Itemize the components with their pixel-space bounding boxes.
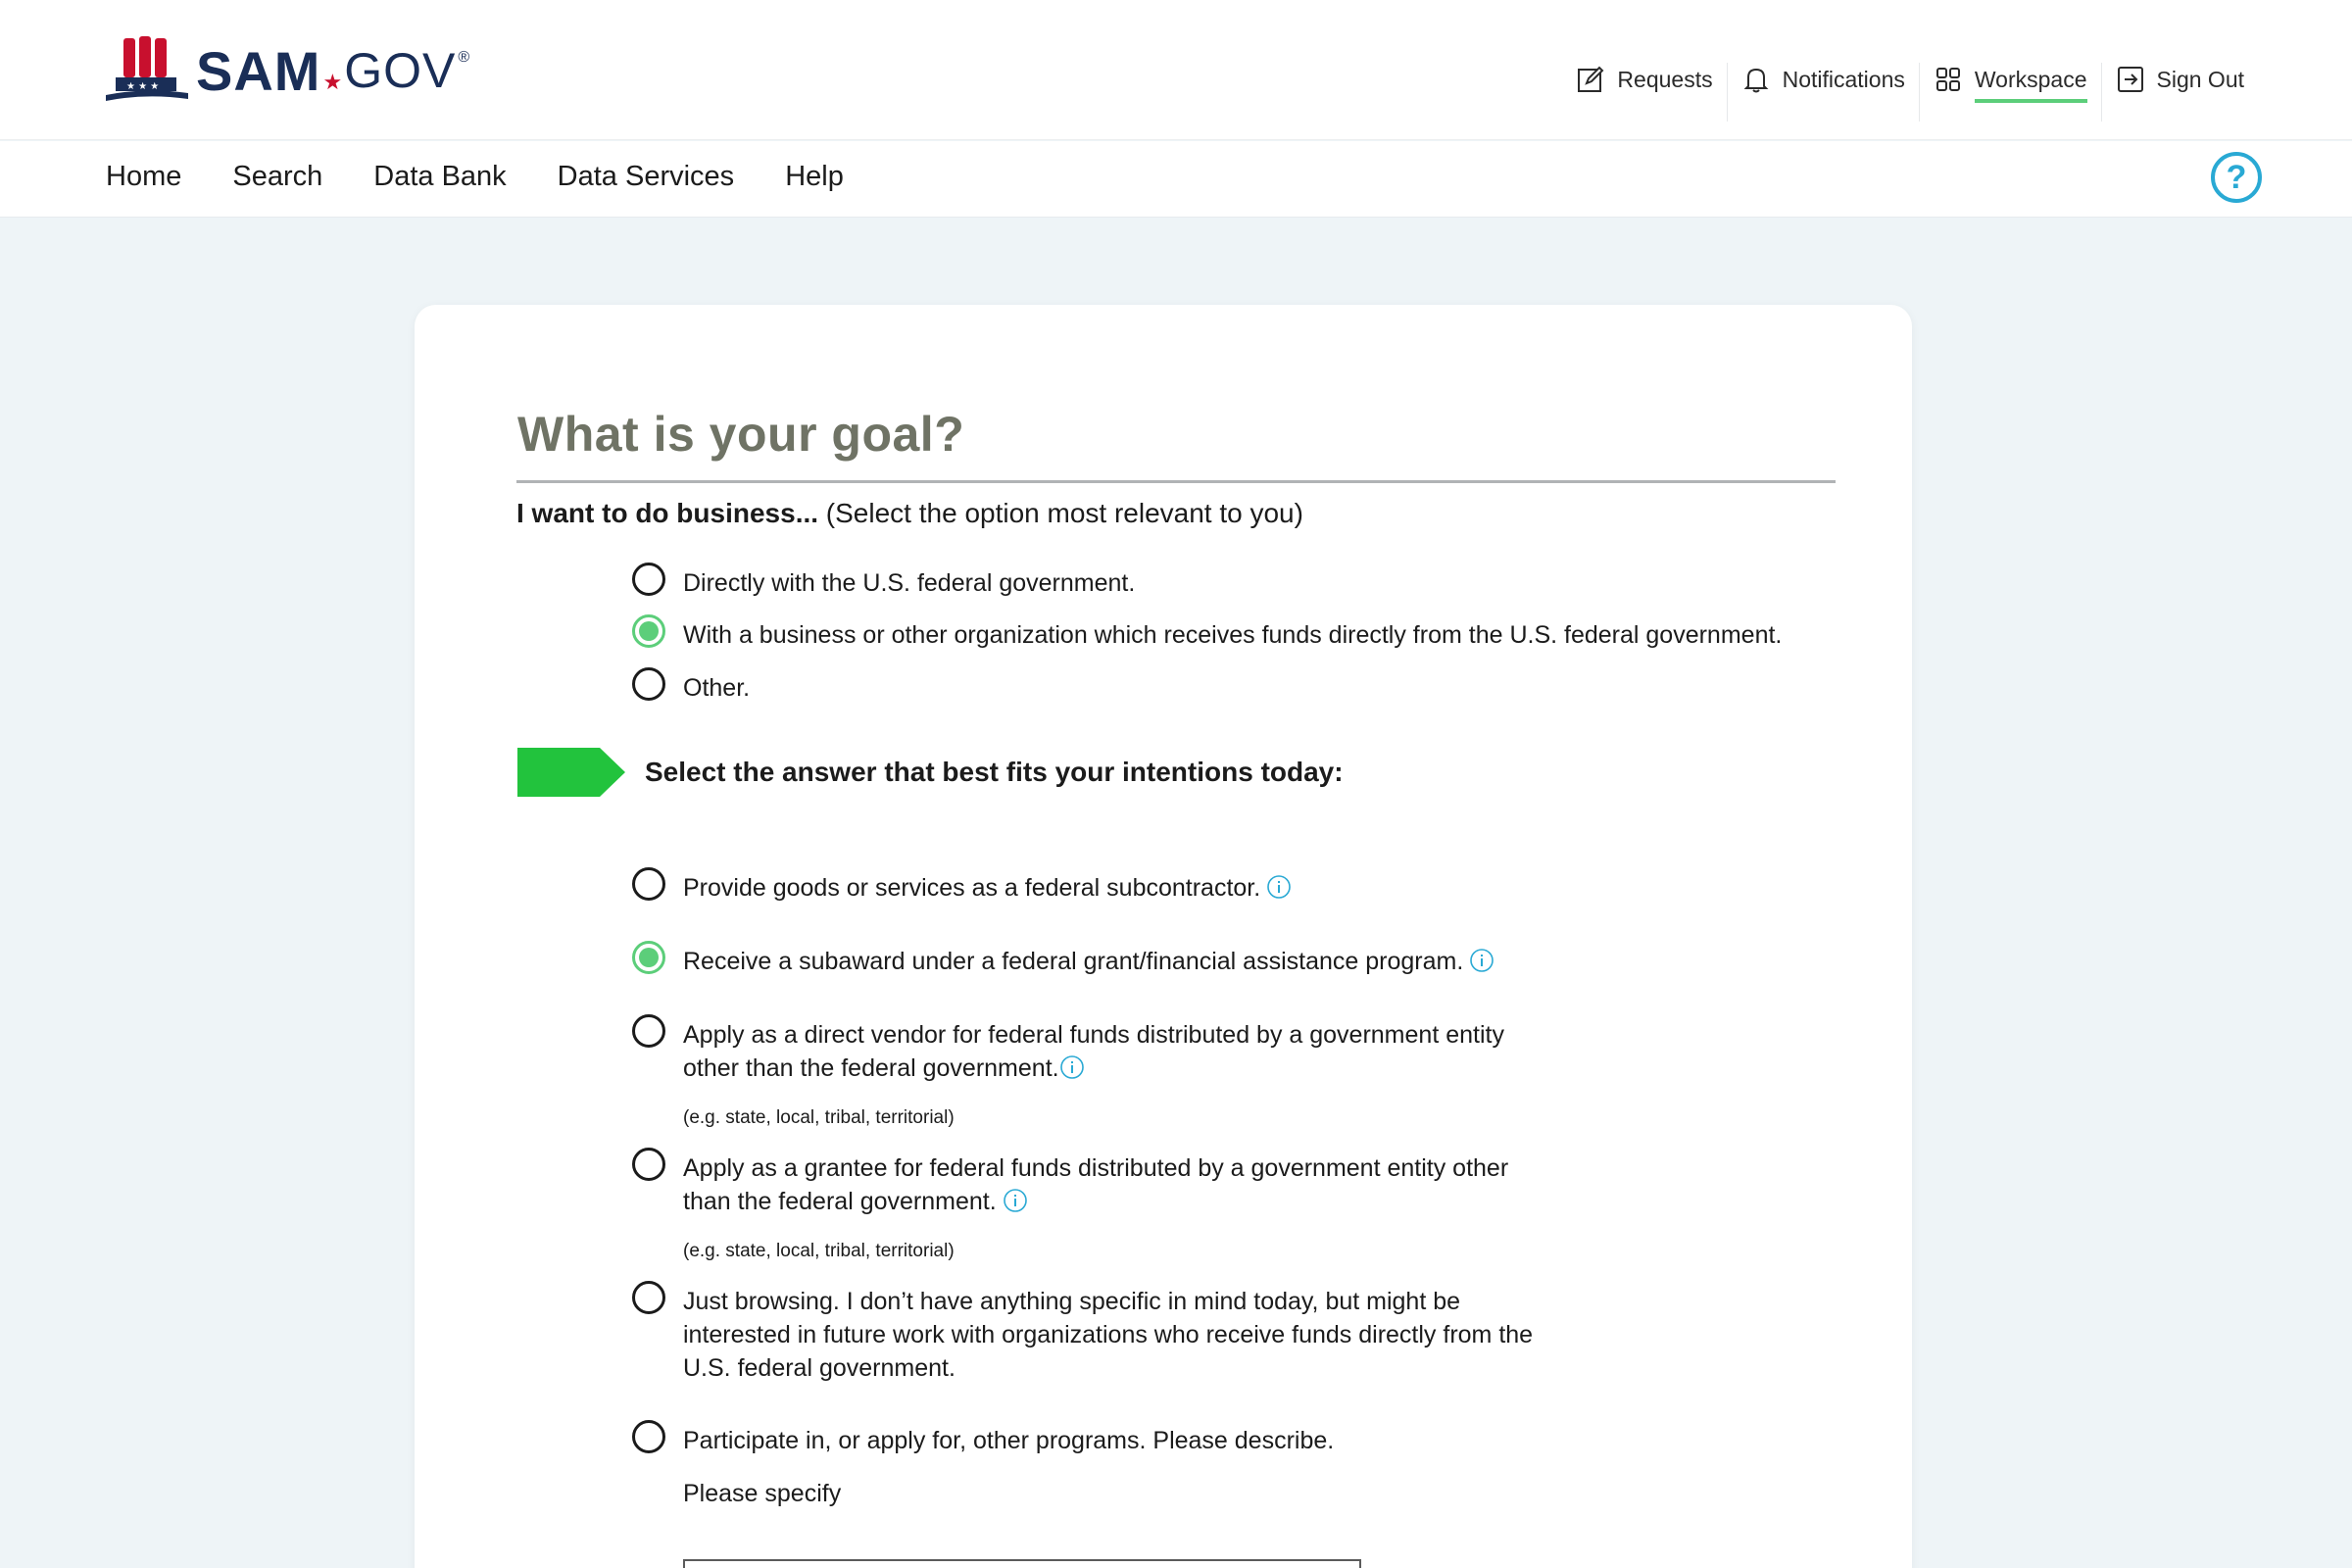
nav-home[interactable]: Home [106,161,181,193]
radio-button[interactable] [632,867,665,901]
radio-button-checked[interactable] [632,614,665,648]
site-header: ★ ★ ★ SAM ★ GOV ® Requests Notifications… [0,0,2352,140]
notifications-label: Notifications [1782,66,1905,92]
requests-link[interactable]: Requests [1562,63,1728,122]
intent-option-text-line2: than the federal government. [683,1188,997,1215]
info-icon[interactable] [1266,874,1292,900]
intent-heading: Select the answer that best fits your in… [645,757,1344,787]
uncle-sam-hat-icon: ★ ★ ★ [106,36,188,101]
main-nav: Home Search Data Bank Data Services Help [0,141,2352,218]
intent-option-subcontractor[interactable]: Provide goods or services as a federal s… [632,867,1292,905]
radio-button[interactable] [632,563,665,596]
workspace-label: Workspace [1974,67,2087,103]
workspace-link[interactable]: Workspace [1920,63,2102,122]
logo-gov-text: GOV [344,43,457,98]
sign-out-icon [2117,67,2143,92]
intent-option-text-line2: interested in future work with organizat… [683,1321,1534,1348]
specify-label: Please specify [683,1480,842,1507]
goal-option-business[interactable]: With a business or other organization wh… [632,614,1783,652]
intent-option-label: Participate in, or apply for, other prog… [683,1427,1335,1454]
title-divider [516,480,1836,483]
intent-option-text-line3: U.S. federal government. [683,1354,956,1382]
goal-option-other[interactable]: Other. [632,667,751,705]
nav-help[interactable]: Help [785,161,844,193]
intent-option-label: Apply as a grantee for federal funds dis… [683,1152,1508,1218]
goal-question-bold: I want to do business... [516,498,819,528]
info-icon[interactable] [1469,948,1494,973]
intent-option-text: Receive a subaward under a federal grant… [683,948,1464,975]
intent-option-text: Provide goods or services as a federal s… [683,874,1261,902]
notifications-link[interactable]: Notifications [1728,63,1920,122]
page-title: What is your goal? [517,407,965,462]
intent-option-text-line2: other than the federal government. [683,1054,1059,1082]
radio-button-checked[interactable] [632,941,665,974]
sam-gov-logo[interactable]: ★ ★ ★ SAM ★ GOV ® [106,35,469,106]
radio-button[interactable] [632,667,665,701]
goal-question: I want to do business... (Select the opt… [516,498,1303,529]
svg-text:★ ★ ★: ★ ★ ★ [126,81,159,92]
radio-button[interactable] [632,1281,665,1314]
logo-star-icon: ★ [322,70,343,94]
intent-option-text: Just browsing. I don’t have anything spe… [683,1288,1461,1315]
help-icon[interactable]: ? [2211,152,2262,203]
goal-option-label: Directly with the U.S. federal governmen… [683,569,1136,597]
logo-registered-mark: ® [458,49,470,66]
specify-input[interactable] [683,1559,1361,1568]
intent-option-label: Apply as a direct vendor for federal fun… [683,1018,1504,1085]
intent-option-browsing[interactable]: Just browsing. I don’t have anything spe… [632,1281,1533,1385]
nav-data-bank[interactable]: Data Bank [373,161,506,193]
sign-out-link[interactable]: Sign Out [2102,63,2259,122]
requests-label: Requests [1617,66,1713,92]
logo-sam-text: SAM [196,39,321,102]
option-hint: (e.g. state, local, tribal, territorial) [683,1107,955,1128]
intent-option-grantee[interactable]: Apply as a grantee for federal funds dis… [632,1148,1508,1218]
intent-option-text: Apply as a direct vendor for federal fun… [683,1021,1504,1049]
utility-nav: Requests Notifications Workspace Sign Ou… [1562,63,2258,122]
sign-out-label: Sign Out [2156,66,2245,92]
arrow-flag-icon [517,748,625,797]
nav-data-services[interactable]: Data Services [558,161,735,193]
goal-option-direct[interactable]: Directly with the U.S. federal governmen… [632,563,1136,600]
intent-option-other-programs[interactable]: Participate in, or apply for, other prog… [632,1420,1335,1457]
bell-icon [1743,68,1769,93]
option-hint: (e.g. state, local, tribal, territorial) [683,1241,955,1261]
radio-button[interactable] [632,1148,665,1181]
intent-option-subaward[interactable]: Receive a subaward under a federal grant… [632,941,1494,978]
intent-option-label: Provide goods or services as a federal s… [683,871,1292,905]
radio-button[interactable] [632,1420,665,1453]
info-icon[interactable] [1003,1188,1028,1213]
goal-option-label: With a business or other organization wh… [683,621,1783,649]
info-icon[interactable] [1059,1054,1085,1080]
goal-option-label: Other. [683,674,751,702]
radio-button[interactable] [632,1014,665,1048]
intent-option-direct-vendor[interactable]: Apply as a direct vendor for federal fun… [632,1014,1504,1085]
intent-option-text: Apply as a grantee for federal funds dis… [683,1154,1509,1182]
intent-option-label: Receive a subaward under a federal grant… [683,945,1494,978]
grid-icon [1936,68,1960,91]
edit-icon [1578,66,1604,92]
goal-question-rest: (Select the option most relevant to you) [818,498,1303,528]
intent-option-label: Just browsing. I don’t have anything spe… [683,1285,1533,1385]
nav-search[interactable]: Search [232,161,322,193]
